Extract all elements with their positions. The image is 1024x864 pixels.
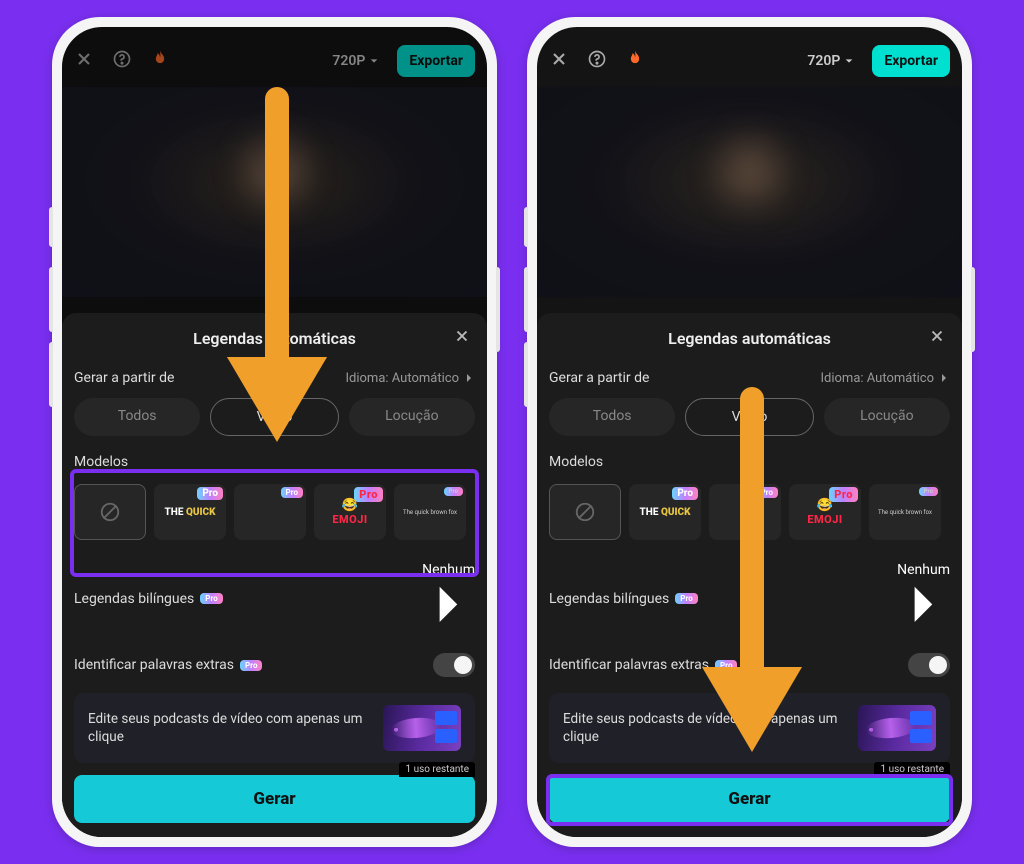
extras-label: Identificar palavras extras	[549, 657, 709, 673]
generate-button[interactable]: Gerar	[74, 775, 475, 823]
promo-text: Edite seus podcasts de vídeo com apenas …	[563, 710, 848, 746]
flame-icon[interactable]	[625, 48, 645, 74]
template-emoji[interactable]: Pro😂EMOJI	[314, 484, 386, 540]
seg-voice[interactable]: Locução	[349, 398, 475, 436]
language-selector[interactable]: Idioma: Automático	[345, 371, 475, 386]
panel-close-icon[interactable]	[928, 327, 946, 349]
template-5[interactable]: ProThe quick brown fox	[394, 484, 466, 540]
uses-left-badge: 1 uso restante	[399, 762, 475, 777]
generate-from-label: Gerar a partir de	[74, 370, 174, 386]
bilingual-label: Legendas bilíngues	[74, 591, 194, 607]
extras-label: Identificar palavras extras	[74, 657, 234, 673]
uses-left-badge: 1 uso restante	[874, 762, 950, 777]
template-none[interactable]	[74, 484, 146, 540]
export-button[interactable]: Exportar	[872, 45, 950, 77]
template-quick[interactable]: ProTHE QUICK	[154, 484, 226, 540]
language-selector[interactable]: Idioma: Automático	[820, 371, 950, 386]
seg-all[interactable]: Todos	[549, 398, 675, 436]
panel-title: Legendas automáticas	[668, 329, 831, 348]
bilingual-label: Legendas bilíngues	[549, 591, 669, 607]
video-preview[interactable]	[537, 87, 962, 297]
source-segmented: Todos Vídeo Locução	[549, 398, 950, 436]
generate-button[interactable]: Gerar	[549, 775, 950, 823]
chevron-right-icon	[897, 578, 950, 631]
templates-row[interactable]: ProTHE QUICK Pro Pro😂EMOJI ProThe quick …	[549, 476, 950, 552]
promo-card[interactable]: Edite seus podcasts de vídeo com apenas …	[74, 693, 475, 763]
extras-toggle[interactable]	[908, 653, 950, 677]
source-segmented: Todos Vídeo Locução	[74, 398, 475, 436]
panel-title: Legendas automáticas	[193, 329, 356, 348]
chevron-right-icon	[463, 372, 475, 384]
close-icon[interactable]	[549, 49, 569, 73]
captions-panel: Legendas automáticas Gerar a partir de I…	[537, 313, 962, 837]
resolution-selector[interactable]: 720P	[799, 47, 862, 75]
captions-panel: Legendas automáticas Gerar a partir de I…	[62, 313, 487, 837]
screen: 720P Exportar Legendas automáticas Gerar…	[62, 27, 487, 837]
promo-image	[858, 705, 936, 751]
chevron-right-icon	[422, 578, 475, 631]
video-preview[interactable]	[62, 87, 487, 297]
template-3[interactable]: Pro	[709, 484, 781, 540]
promo-card[interactable]: Edite seus podcasts de vídeo com apenas …	[549, 693, 950, 763]
template-quick[interactable]: ProTHE QUICK	[629, 484, 701, 540]
extras-toggle[interactable]	[433, 653, 475, 677]
pro-badge: Pro	[675, 593, 697, 604]
models-label: Modelos	[549, 448, 950, 476]
bilingual-selector[interactable]: Nenhum	[897, 562, 950, 635]
phone-frame-right: 720P Exportar Legendas automáticas Gerar…	[527, 17, 972, 847]
template-none[interactable]	[549, 484, 621, 540]
pro-badge: Pro	[200, 593, 222, 604]
seg-video[interactable]: Vídeo	[210, 398, 338, 436]
generate-from-label: Gerar a partir de	[549, 370, 649, 386]
templates-row[interactable]: ProTHE QUICK Pro Pro😂EMOJI ProThe quick …	[74, 476, 475, 552]
help-icon[interactable]	[587, 49, 607, 73]
template-emoji[interactable]: Pro😂EMOJI	[789, 484, 861, 540]
promo-text: Edite seus podcasts de vídeo com apenas …	[88, 710, 373, 746]
panel-close-icon[interactable]	[453, 327, 471, 349]
pro-badge: Pro	[715, 660, 737, 671]
template-3[interactable]: Pro	[234, 484, 306, 540]
pro-badge: Pro	[240, 660, 262, 671]
seg-all[interactable]: Todos	[74, 398, 200, 436]
phone-frame-left: 720P Exportar Legendas automáticas Gerar…	[52, 17, 497, 847]
chevron-right-icon	[938, 372, 950, 384]
seg-video[interactable]: Vídeo	[685, 398, 813, 436]
models-label: Modelos	[74, 448, 475, 476]
template-5[interactable]: ProThe quick brown fox	[869, 484, 941, 540]
bilingual-selector[interactable]: Nenhum	[422, 562, 475, 635]
screen: 720P Exportar Legendas automáticas Gerar…	[537, 27, 962, 837]
promo-image	[383, 705, 461, 751]
top-bar: 720P Exportar	[537, 27, 962, 87]
seg-voice[interactable]: Locução	[824, 398, 950, 436]
